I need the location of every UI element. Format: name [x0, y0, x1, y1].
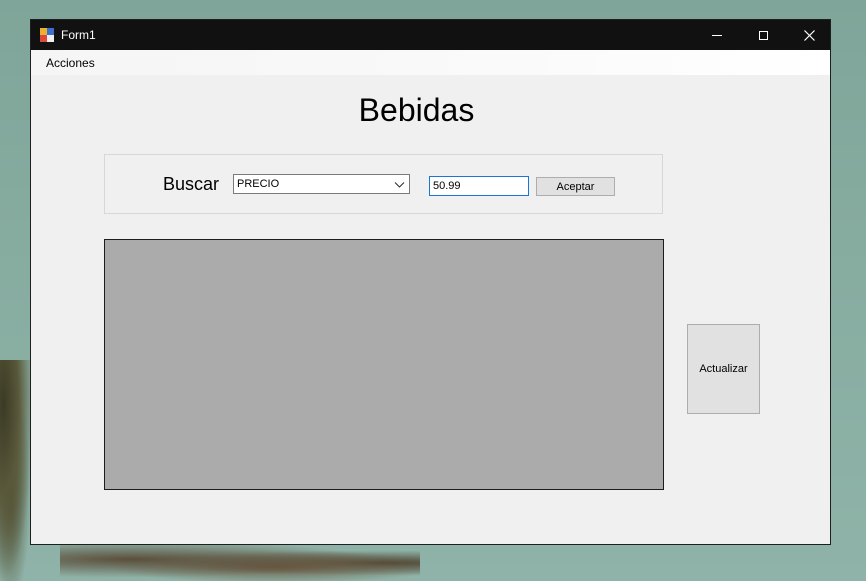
window-title: Form1	[61, 28, 96, 42]
search-field-value: PRECIO	[237, 178, 280, 190]
menu-bar: Acciones	[31, 50, 830, 75]
title-bar[interactable]: Form1	[31, 20, 830, 50]
search-value-input[interactable]	[429, 176, 529, 196]
search-field-select[interactable]: PRECIO	[233, 174, 410, 194]
form-window: Form1 Acciones Bebidas Buscar PRECIO Ace…	[30, 19, 831, 545]
accept-button[interactable]: Aceptar	[536, 177, 615, 196]
maximize-button[interactable]	[740, 20, 786, 50]
minimize-icon	[712, 34, 722, 36]
menu-item-acciones[interactable]: Acciones	[46, 56, 95, 70]
app-icon	[40, 28, 54, 42]
maximize-icon	[758, 30, 768, 40]
desktop-background-palm	[0, 360, 34, 581]
refresh-button[interactable]: Actualizar	[687, 324, 760, 414]
search-panel: Buscar PRECIO Aceptar	[104, 154, 663, 214]
chevron-down-icon	[394, 182, 405, 188]
page-title: Bebidas	[358, 92, 475, 128]
desktop-background-foliage	[60, 545, 420, 581]
search-label: Buscar	[163, 174, 220, 194]
close-button[interactable]	[786, 20, 832, 50]
minimize-button[interactable]	[694, 20, 740, 50]
data-grid[interactable]	[104, 239, 664, 490]
close-icon	[803, 29, 815, 41]
